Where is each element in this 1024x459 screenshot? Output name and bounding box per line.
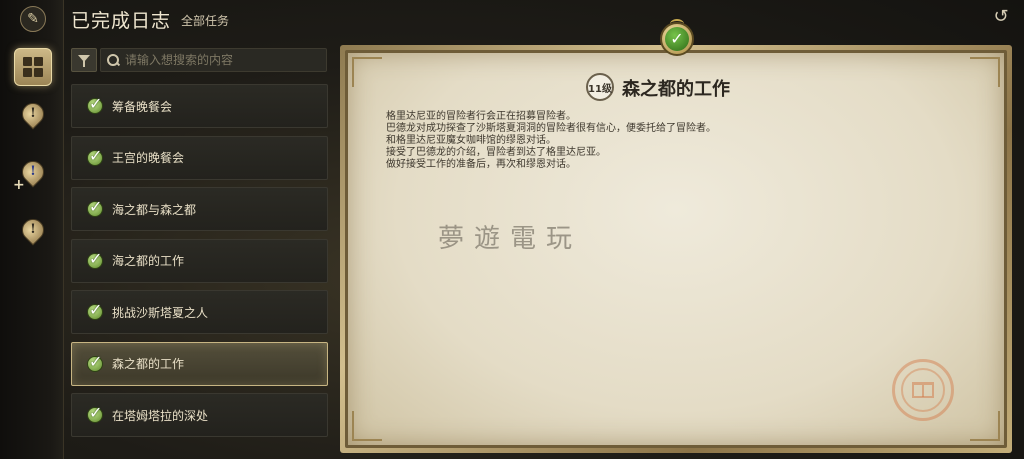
grid-icon [23, 57, 43, 77]
quest-label: 王宫的晚餐会 [112, 151, 185, 165]
filter-icon [78, 54, 90, 67]
parchment: 11级 森之都的工作 格里达尼亚的冒险者行会正在招募冒险者。 巴德龙对成功探查了… [348, 53, 1004, 445]
search-box[interactable] [100, 48, 327, 72]
quest-item[interactable]: ✓ 海之都的工作 [71, 238, 328, 283]
search-input[interactable] [125, 53, 315, 67]
quest-item[interactable]: ✓ 筹备晚餐会 [71, 84, 328, 128]
back-arrow-icon: ↺ [993, 6, 1009, 27]
search-icon [107, 54, 119, 66]
description-line: 做好接受工作的准备后，再次和缪恩对话。 [386, 159, 576, 170]
quest-item[interactable]: ✓ 王宫的晚餐会 [71, 135, 328, 180]
description-line: 和格里达尼亚魔女咖啡馆的缪恩对话。 [386, 135, 556, 146]
category-all-button[interactable] [14, 48, 52, 86]
back-button[interactable]: ↺ [988, 6, 1014, 28]
page-title: 已完成日志 [71, 10, 172, 32]
category-side-quest-button[interactable]: ! [14, 214, 52, 254]
quest-marker-icon: ! [17, 98, 49, 135]
completed-check-icon: ✓ [87, 403, 103, 423]
completed-check-icon: ✓ [87, 351, 103, 372]
quest-description: 格里达尼亚的冒险者行会正在招募冒险者。 巴德龙对成功探查了沙斯塔夏洞洞的冒险者很… [386, 111, 946, 171]
filter-button[interactable] [71, 48, 97, 72]
quest-label: 挑战沙斯塔夏之人 [112, 305, 209, 320]
quest-label: 筹备晚餐会 [112, 99, 173, 114]
side-quest-marker-icon: ! [17, 214, 49, 251]
feature-quest-marker-icon: ! + [13, 156, 49, 193]
completed-emblem-icon: ✓ [652, 19, 702, 59]
level-badge: 11级 [586, 73, 614, 101]
quest-label: 海之都与森之都 [112, 202, 197, 217]
quest-label: 海之都的工作 [112, 254, 185, 268]
quest-item-selected[interactable]: ✓ 森之都的工作 [71, 341, 328, 386]
page-subtitle: 全部任务 [181, 14, 230, 28]
completed-check-icon: ✓ [87, 145, 103, 166]
completed-check-icon: ✓ [87, 300, 103, 320]
quest-list: ✓ 筹备晚餐会 ✓ 王宫的晚餐会 ✓ 海之都与森之都 ✓ 海之都的工作 ✓ 挑战… [71, 84, 328, 445]
description-line: 接受了巴德龙的介绍，冒险者到达了格里达尼亚。 [386, 147, 606, 158]
journal-logo-icon: ✎ [20, 6, 46, 32]
quest-item[interactable]: ✓ 挑战沙斯塔夏之人 [71, 290, 328, 334]
completed-check-icon: ✓ [87, 197, 103, 217]
watermark: 夢遊電玩 [438, 224, 583, 254]
quest-label: 森之都的工作 [112, 357, 185, 371]
quest-detail-title: 森之都的工作 [622, 79, 730, 100]
journal-stamp-icon [892, 359, 954, 421]
completed-check-icon: ✓ [87, 248, 103, 269]
completed-check-icon: ✓ [87, 94, 103, 114]
category-feature-quest-button[interactable]: ! + [13, 156, 52, 196]
quest-detail-panel: 11级 森之都的工作 格里达尼亚的冒险者行会正在招募冒险者。 巴德龙对成功探查了… [340, 45, 1012, 453]
category-main-quest-button[interactable]: ! [14, 98, 52, 138]
quest-item[interactable]: ✓ 在塔姆塔拉的深处 [71, 393, 328, 437]
category-rail: ✎ ! ! + ! [0, 0, 64, 459]
quest-item[interactable]: ✓ 海之都与森之都 [71, 187, 328, 231]
description-line: 巴德龙对成功探查了沙斯塔夏洞洞的冒险者很有信心，便委托给了冒险者。 [386, 123, 716, 134]
description-line: 格里达尼亚的冒险者行会正在招募冒险者。 [386, 111, 576, 122]
quest-label: 在塔姆塔拉的深处 [112, 408, 209, 423]
